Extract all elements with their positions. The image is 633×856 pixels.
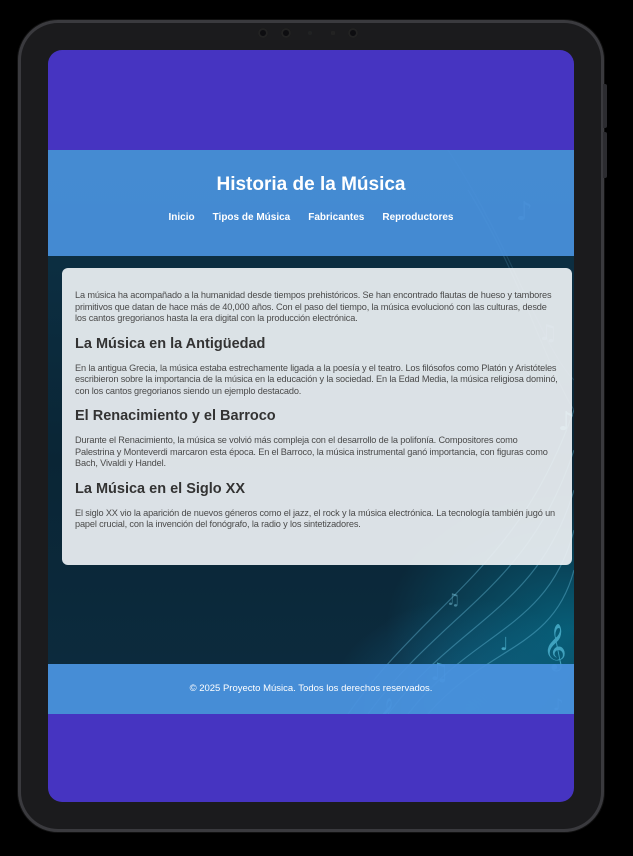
section-heading-siglo-xx: La Música en el Siglo XX (75, 480, 246, 497)
camera-bar (18, 26, 604, 40)
tablet-device-frame: ♪ ♫ ♪ 𝄞 ♩ ♫ 𝄞 ♪ ♫ Historia de la Música … (18, 20, 607, 832)
camera-indicator-icon (308, 31, 312, 35)
section-text-antiguedad: En la antigua Grecia, la música estaba e… (75, 362, 558, 396)
section-heading-antiguedad: La Música en la Antigüedad (75, 335, 266, 352)
volume-up-button (603, 84, 607, 128)
content-card: La música ha acompañado a la humanidad d… (62, 268, 572, 565)
site-footer: © 2025 Proyecto Música. Todos los derech… (48, 664, 574, 714)
camera-lens-icon (281, 28, 291, 38)
volume-down-button (603, 132, 607, 178)
main-navigation: Inicio Tipos de Música Fabricantes Repro… (48, 212, 574, 223)
svg-text:♩: ♩ (500, 634, 509, 655)
site-header: Historia de la Música Inicio Tipos de Mú… (48, 150, 574, 256)
nav-link-inicio[interactable]: Inicio (168, 212, 194, 223)
front-camera-icon (348, 28, 358, 38)
site-title: Historia de la Música (216, 174, 406, 195)
sensor-dot-icon (331, 31, 335, 35)
tablet-screen: ♪ ♫ ♪ 𝄞 ♩ ♫ 𝄞 ♪ ♫ Historia de la Música … (48, 50, 574, 802)
camera-sensor-icon (258, 28, 268, 38)
section-text-renacimiento-barroco: Durante el Renacimiento, la música se vo… (75, 435, 548, 468)
section-text-siglo-xx: El siglo XX vio la aparición de nuevos g… (75, 507, 555, 530)
nav-link-fabricantes[interactable]: Fabricantes (308, 212, 364, 223)
section-heading-renacimiento-barroco: El Renacimiento y el Barroco (75, 408, 276, 424)
intro-paragraph: La música ha acompañado a la humanidad d… (75, 290, 552, 323)
svg-text:♫: ♫ (446, 590, 460, 609)
nav-link-tipos-de-musica[interactable]: Tipos de Música (213, 212, 291, 223)
nav-link-reproductores[interactable]: Reproductores (382, 212, 453, 223)
copyright-text: © 2025 Proyecto Música. Todos los derech… (189, 683, 433, 694)
